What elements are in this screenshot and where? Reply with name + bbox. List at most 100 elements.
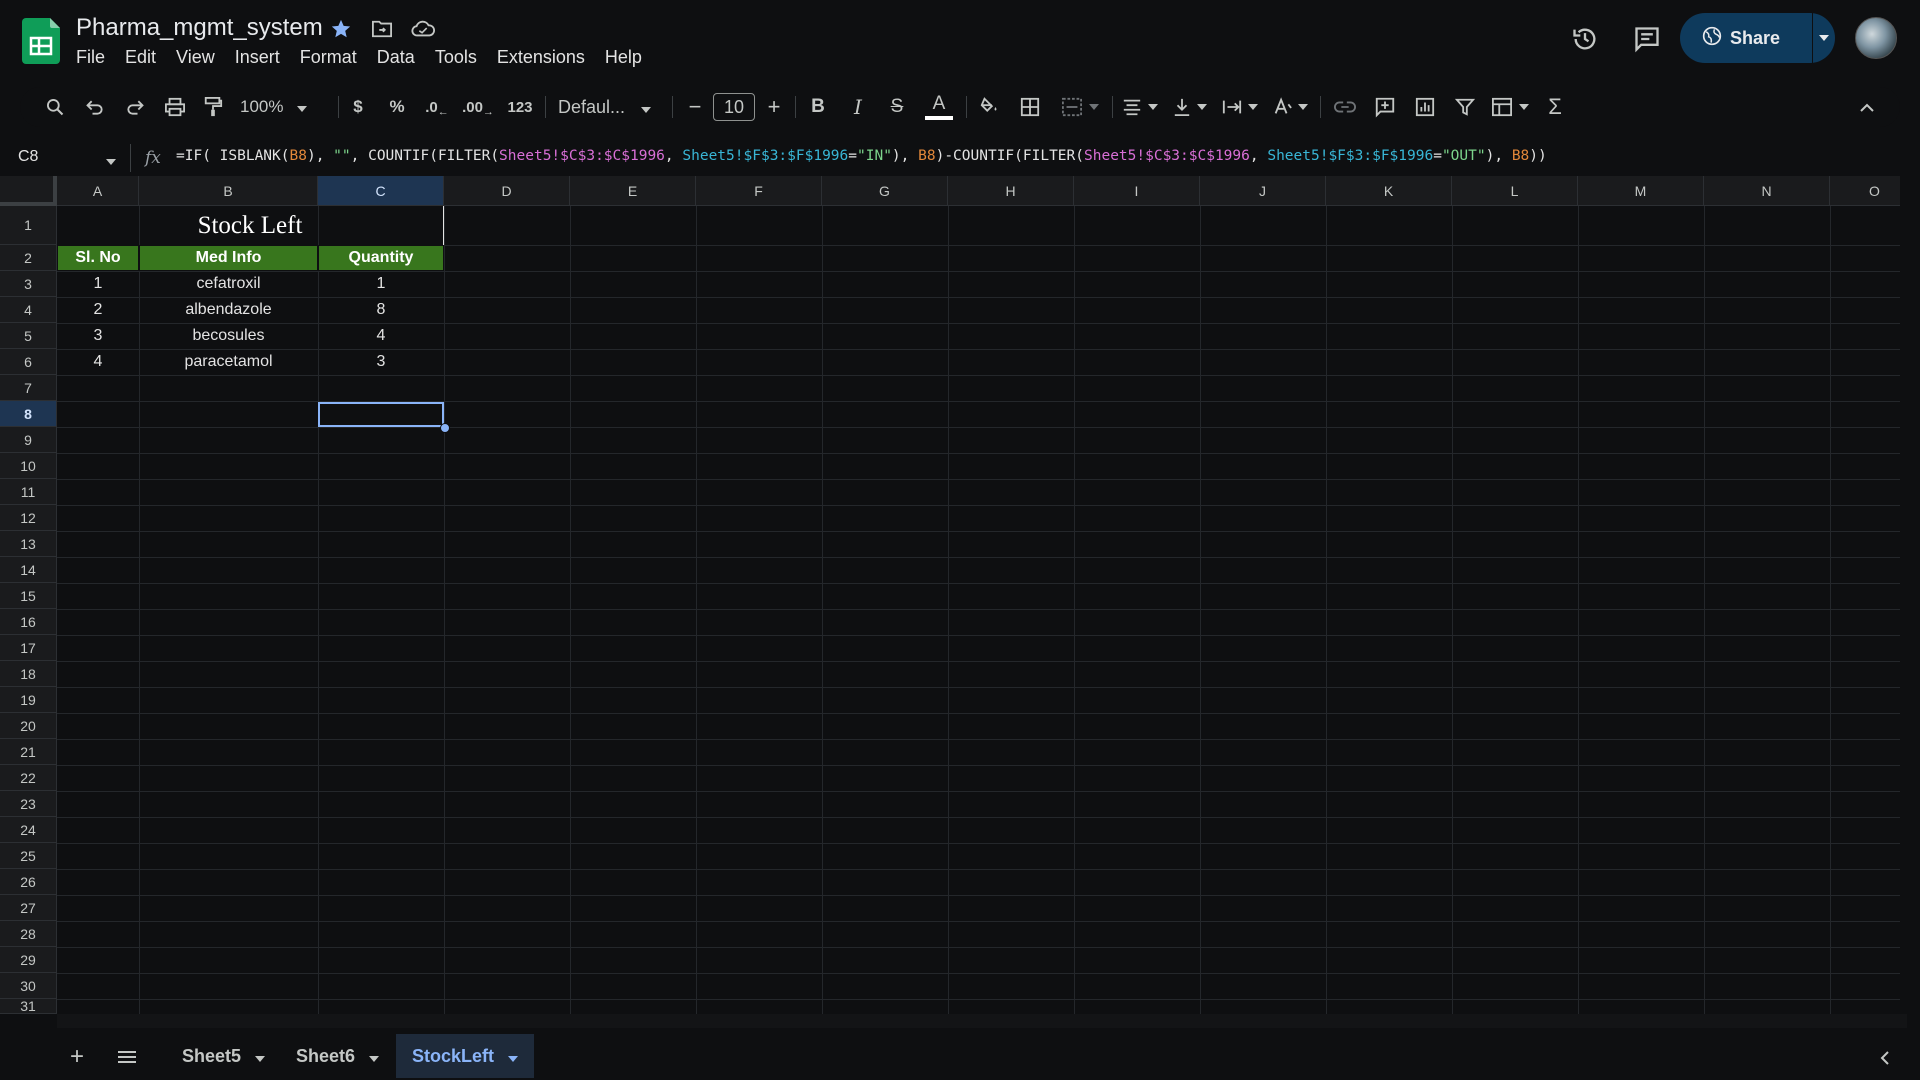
row-header-1[interactable]: 1	[0, 206, 57, 245]
menu-edit[interactable]: Edit	[115, 46, 166, 68]
row-header-8[interactable]: 8	[0, 401, 57, 427]
search-icon[interactable]	[40, 92, 70, 122]
explore-collapse-icon[interactable]	[1872, 1046, 1896, 1070]
row-header-24[interactable]: 24	[0, 817, 57, 843]
star-icon[interactable]	[326, 14, 356, 44]
all-sheets-menu-icon[interactable]	[112, 1044, 142, 1070]
row-header-5[interactable]: 5	[0, 323, 57, 349]
column-header-j[interactable]: J	[1200, 176, 1326, 206]
formula-input[interactable]: =IF( ISBLANK(B8), "", COUNTIF(FILTER(She…	[176, 148, 1547, 164]
row-header-11[interactable]: 11	[0, 479, 57, 505]
increase-font-size-icon[interactable]: +	[762, 92, 786, 122]
increase-decimal-button[interactable]: .00 →	[460, 92, 496, 122]
name-box[interactable]: C8	[18, 148, 118, 170]
column-header-d[interactable]: D	[444, 176, 570, 206]
comments-icon[interactable]	[1630, 22, 1664, 56]
row-header-19[interactable]: 19	[0, 687, 57, 713]
sheet-tab-sheet5[interactable]: Sheet5	[166, 1034, 281, 1078]
row-header-23[interactable]: 23	[0, 791, 57, 817]
font-size-input[interactable]: 10	[713, 93, 755, 121]
column-header-i[interactable]: I	[1074, 176, 1200, 206]
column-header-g[interactable]: G	[822, 176, 948, 206]
sheet-tab-stockleft[interactable]: StockLeft	[396, 1034, 535, 1078]
horizontal-align-icon[interactable]	[1118, 92, 1162, 122]
font-family-select[interactable]: Defaul...	[558, 92, 658, 122]
row-header-25[interactable]: 25	[0, 843, 57, 869]
cell-sl-no[interactable]: 2	[57, 297, 139, 323]
functions-icon[interactable]: Σ	[1540, 92, 1570, 122]
filter-views-icon[interactable]	[1488, 92, 1532, 122]
row-header-31[interactable]: 31	[0, 999, 57, 1014]
row-header-22[interactable]: 22	[0, 765, 57, 791]
redo-icon[interactable]	[120, 92, 150, 122]
sheet-tab-sheet6[interactable]: Sheet6	[280, 1034, 395, 1078]
menu-view[interactable]: View	[166, 46, 225, 68]
row-header-4[interactable]: 4	[0, 297, 57, 323]
cell-med-info[interactable]: becosules	[139, 323, 318, 349]
row-header-14[interactable]: 14	[0, 557, 57, 583]
vertical-align-icon[interactable]	[1168, 92, 1212, 122]
horizontal-scrollbar[interactable]	[57, 1014, 1907, 1028]
column-header-f[interactable]: F	[696, 176, 822, 206]
cell-sl-no[interactable]: 3	[57, 323, 139, 349]
row-header-2[interactable]: 2	[0, 245, 57, 271]
fill-color-icon[interactable]	[975, 92, 1005, 122]
header-cell-med-info[interactable]: Med Info	[139, 245, 318, 271]
move-folder-icon[interactable]	[367, 14, 397, 44]
filter-icon[interactable]	[1450, 92, 1480, 122]
text-rotation-icon[interactable]	[1268, 92, 1312, 122]
collapse-toolbar-icon[interactable]	[1852, 92, 1882, 122]
row-header-29[interactable]: 29	[0, 947, 57, 973]
borders-icon[interactable]	[1015, 92, 1045, 122]
text-color-button[interactable]: A	[924, 92, 954, 122]
row-header-18[interactable]: 18	[0, 661, 57, 687]
row-header-9[interactable]: 9	[0, 427, 57, 453]
menu-format[interactable]: Format	[290, 46, 367, 68]
share-dropdown-icon[interactable]	[1813, 13, 1835, 63]
row-header-21[interactable]: 21	[0, 739, 57, 765]
insert-link-icon[interactable]	[1330, 92, 1360, 122]
insert-comment-icon[interactable]	[1370, 92, 1400, 122]
print-icon[interactable]	[160, 92, 190, 122]
merge-cells-icon[interactable]	[1055, 92, 1105, 122]
menu-insert[interactable]: Insert	[225, 46, 290, 68]
strikethrough-button[interactable]: S	[885, 92, 909, 122]
row-header-17[interactable]: 17	[0, 635, 57, 661]
cell-quantity[interactable]: 4	[318, 323, 444, 349]
row-header-3[interactable]: 3	[0, 271, 57, 297]
column-header-c[interactable]: C	[318, 176, 444, 206]
column-header-b[interactable]: B	[139, 176, 318, 206]
percent-format-button[interactable]: %	[385, 92, 409, 122]
document-title[interactable]: Pharma_mgmt_system	[76, 14, 323, 42]
row-header-15[interactable]: 15	[0, 583, 57, 609]
menu-file[interactable]: File	[76, 46, 115, 68]
currency-format-button[interactable]: $	[346, 92, 370, 122]
row-header-26[interactable]: 26	[0, 869, 57, 895]
menu-data[interactable]: Data	[367, 46, 425, 68]
column-header-k[interactable]: K	[1326, 176, 1452, 206]
row-header-12[interactable]: 12	[0, 505, 57, 531]
cell-sl-no[interactable]: 1	[57, 271, 139, 297]
column-header-l[interactable]: L	[1452, 176, 1578, 206]
cell-med-info[interactable]: cefatroxil	[139, 271, 318, 297]
decrease-font-size-icon[interactable]: −	[683, 92, 707, 122]
menu-help[interactable]: Help	[595, 46, 652, 68]
cell-sl-no[interactable]: 4	[57, 349, 139, 375]
cell-quantity[interactable]: 3	[318, 349, 444, 375]
column-header-n[interactable]: N	[1704, 176, 1830, 206]
paint-format-icon[interactable]	[198, 92, 228, 122]
fill-handle[interactable]	[440, 423, 450, 433]
row-header-28[interactable]: 28	[0, 921, 57, 947]
insert-chart-icon[interactable]	[1410, 92, 1440, 122]
row-header-10[interactable]: 10	[0, 453, 57, 479]
row-header-13[interactable]: 13	[0, 531, 57, 557]
undo-icon[interactable]	[80, 92, 110, 122]
row-header-27[interactable]: 27	[0, 895, 57, 921]
selected-cell-c8[interactable]	[318, 402, 444, 427]
italic-button[interactable]: I	[846, 92, 870, 122]
share-button[interactable]: Share	[1680, 13, 1812, 63]
column-header-e[interactable]: E	[570, 176, 696, 206]
version-history-icon[interactable]	[1568, 22, 1602, 56]
add-sheet-icon[interactable]: +	[62, 1043, 92, 1070]
column-header-h[interactable]: H	[948, 176, 1074, 206]
